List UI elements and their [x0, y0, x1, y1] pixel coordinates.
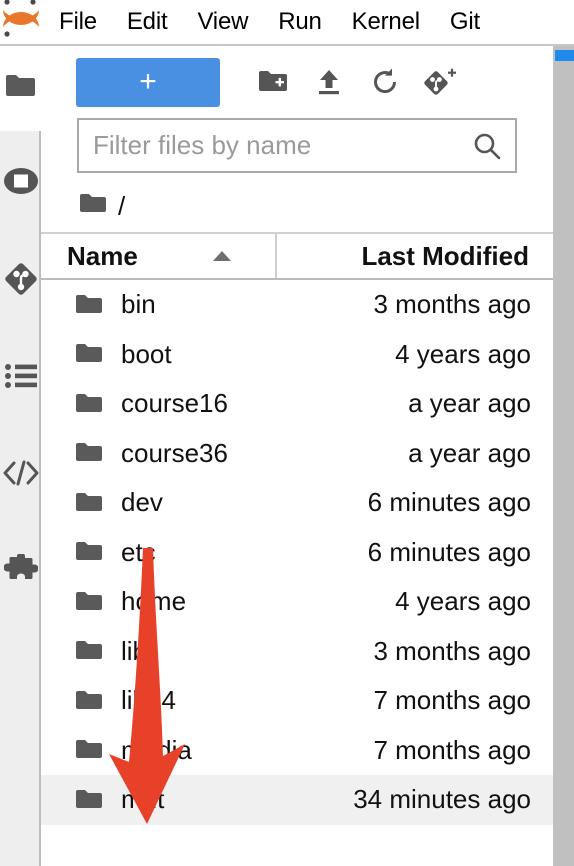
- sidebar-item-extension-manager[interactable]: [0, 540, 41, 600]
- file-browser-panel: + Filter files by name / Name Last Modif…: [41, 46, 553, 866]
- new-folder-button[interactable]: [245, 56, 301, 108]
- file-name: dev: [121, 487, 163, 518]
- menu-item-view[interactable]: View: [182, 0, 263, 44]
- file-last-modified: a year ago: [408, 388, 531, 419]
- menu-item-edit[interactable]: Edit: [112, 0, 183, 44]
- extension-manager-icon: [3, 554, 38, 586]
- right-panel-active-tab[interactable]: [555, 50, 574, 61]
- refresh-icon: [370, 67, 400, 97]
- code-snippets-icon: [3, 459, 39, 487]
- table-row[interactable]: lib64 7 months ago: [41, 676, 553, 726]
- filter-box[interactable]: [77, 118, 517, 173]
- file-name: course36: [121, 437, 228, 468]
- file-name: lib64: [121, 685, 176, 716]
- file-name: home: [121, 586, 187, 617]
- table-row[interactable]: home 4 years ago: [41, 577, 553, 627]
- column-header-last-modified[interactable]: Last Modified: [277, 234, 553, 278]
- file-name: mnt: [121, 784, 165, 815]
- sort-ascending-icon: [211, 249, 233, 263]
- new-launcher-button[interactable]: +: [76, 57, 220, 107]
- activity-bar: [0, 46, 41, 866]
- sidebar-item-git[interactable]: [0, 249, 41, 309]
- file-last-modified: 34 minutes ago: [353, 784, 531, 815]
- file-name: media: [121, 734, 192, 765]
- table-row[interactable]: etc 6 minutes ago: [41, 528, 553, 578]
- git-checkpoint-icon: [424, 67, 458, 97]
- folder-icon: [65, 392, 113, 416]
- search-icon: [472, 131, 502, 161]
- folder-icon: [5, 73, 36, 105]
- column-header-last-modified-label: Last Modified: [361, 240, 529, 271]
- sidebar-item-code-snippets[interactable]: [0, 443, 41, 503]
- sidebar-item-table-of-contents[interactable]: [0, 346, 41, 406]
- table-row[interactable]: mnt 34 minutes ago: [41, 775, 553, 825]
- menu-item-kernel[interactable]: Kernel: [337, 0, 435, 44]
- right-panel-strip: [553, 46, 574, 866]
- column-header-name-label: Name: [67, 240, 138, 271]
- file-list-header: Name Last Modified: [41, 232, 553, 280]
- file-name: course16: [121, 388, 228, 419]
- column-header-name[interactable]: Name: [41, 234, 277, 278]
- folder-icon: [65, 441, 113, 465]
- folder-icon: [65, 540, 113, 564]
- sidebar-item-file-browser[interactable]: [0, 46, 41, 131]
- folder-icon: [65, 788, 113, 812]
- running-terminals-icon: [2, 166, 40, 196]
- jupyter-logo[interactable]: [0, 0, 44, 44]
- menu-item-git[interactable]: Git: [435, 0, 495, 44]
- folder-icon: [65, 293, 113, 317]
- refresh-button[interactable]: [357, 56, 413, 108]
- menu-item-file[interactable]: File: [44, 0, 112, 44]
- table-row[interactable]: boot 4 years ago: [41, 330, 553, 380]
- new-checkpoint-button[interactable]: [413, 56, 469, 108]
- file-name: boot: [121, 338, 172, 369]
- file-name: etc: [121, 536, 156, 567]
- breadcrumb-root-label[interactable]: /: [118, 191, 125, 222]
- file-last-modified: a year ago: [408, 437, 531, 468]
- file-last-modified: 7 months ago: [373, 734, 531, 765]
- file-name: lib: [121, 635, 148, 666]
- file-browser-toolbar: +: [41, 46, 553, 118]
- menu-bar: File Edit View Run Kernel Git: [0, 0, 574, 46]
- file-last-modified: 6 minutes ago: [367, 487, 531, 518]
- file-name: bin: [121, 289, 156, 320]
- file-last-modified: 4 years ago: [395, 586, 531, 617]
- folder-icon: [65, 738, 113, 762]
- breadcrumb[interactable]: /: [41, 180, 553, 232]
- file-last-modified: 3 months ago: [373, 289, 531, 320]
- folder-icon: [65, 639, 113, 663]
- folder-icon: [65, 342, 113, 366]
- table-row[interactable]: dev 6 minutes ago: [41, 478, 553, 528]
- folder-icon: [65, 491, 113, 515]
- file-last-modified: 3 months ago: [373, 635, 531, 666]
- table-row[interactable]: bin 3 months ago: [41, 280, 553, 330]
- filter-files-input[interactable]: [79, 120, 515, 171]
- breadcrumb-folder-icon: [79, 192, 107, 221]
- file-list: bin 3 months ago boot 4 years ago course16 a …: [41, 280, 553, 825]
- file-last-modified: 7 months ago: [373, 685, 531, 716]
- filter-row: [41, 118, 553, 180]
- table-row[interactable]: course16 a year ago: [41, 379, 553, 429]
- upload-icon: [315, 68, 343, 96]
- table-row[interactable]: lib 3 months ago: [41, 627, 553, 677]
- git-icon: [3, 261, 39, 297]
- sidebar-item-running-terminals[interactable]: [0, 151, 41, 211]
- new-folder-icon: [258, 69, 288, 95]
- folder-icon: [65, 590, 113, 614]
- file-last-modified: 6 minutes ago: [367, 536, 531, 567]
- file-last-modified: 4 years ago: [395, 338, 531, 369]
- folder-icon: [65, 689, 113, 713]
- menu-item-run[interactable]: Run: [263, 0, 336, 44]
- table-row[interactable]: course36 a year ago: [41, 429, 553, 479]
- upload-files-button[interactable]: [301, 56, 357, 108]
- table-row[interactable]: media 7 months ago: [41, 726, 553, 776]
- table-of-contents-icon: [4, 363, 37, 389]
